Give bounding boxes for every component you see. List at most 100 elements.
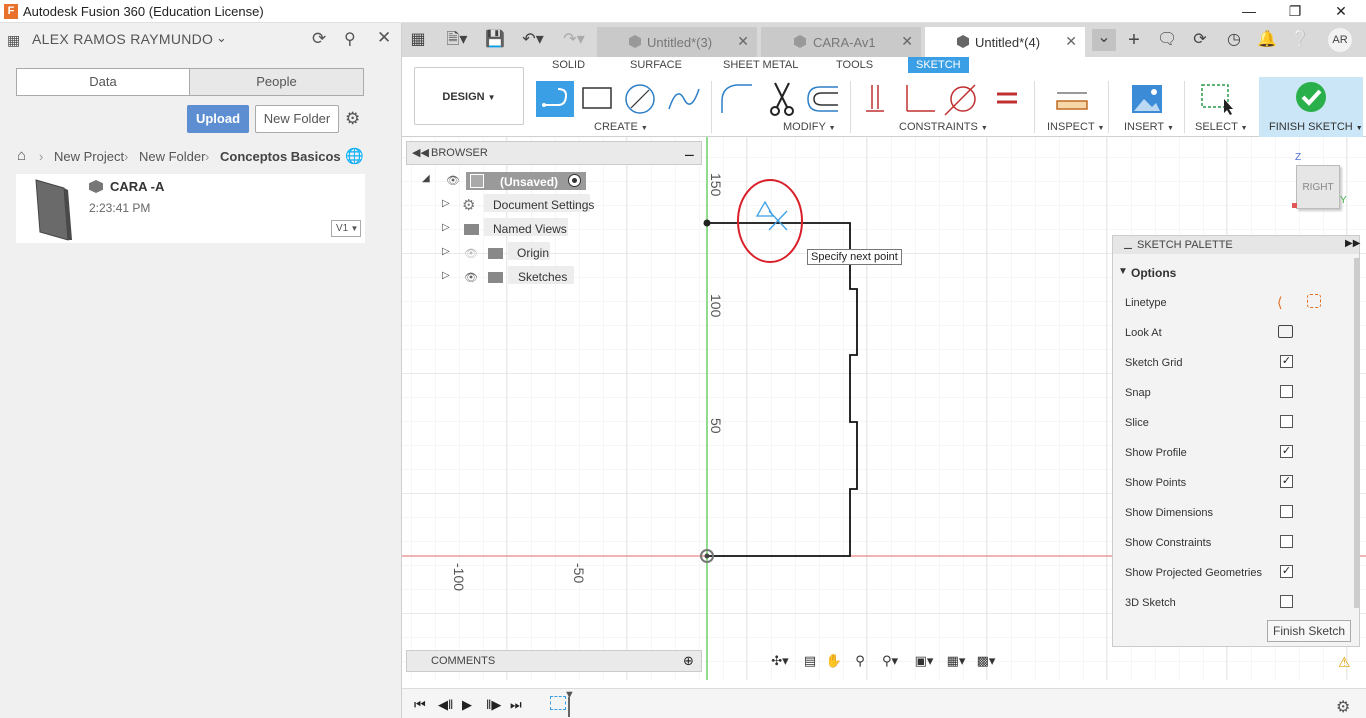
show-points-checkbox[interactable]: ✓	[1280, 475, 1293, 488]
activate-radio-icon[interactable]	[568, 174, 581, 187]
tree-item-document-settings[interactable]: Document Settings	[493, 198, 594, 212]
show-dimensions-checkbox[interactable]	[1280, 505, 1293, 518]
centerline-linetype-icon[interactable]	[1307, 294, 1321, 308]
tab-solid[interactable]: SOLID	[552, 59, 585, 71]
close-tab-icon[interactable]: ✕	[737, 33, 749, 50]
view-cube[interactable]: RIGHT	[1296, 165, 1340, 209]
3d-sketch-checkbox[interactable]	[1280, 595, 1293, 608]
expand-icon[interactable]: ▷	[442, 270, 450, 281]
group-create[interactable]: CREATE ▼	[594, 121, 648, 133]
look-at-icon[interactable]: ▤	[800, 653, 820, 671]
minimize-button[interactable]: —	[1234, 2, 1264, 21]
expand-right-icon[interactable]: ▶▶	[1345, 238, 1360, 249]
close-panel-icon[interactable]: ✕	[377, 28, 391, 48]
tree-item-sketches[interactable]: Sketches	[518, 270, 567, 284]
show-profile-checkbox[interactable]: ✓	[1280, 445, 1293, 458]
grid-settings-icon[interactable]: ▦▾	[942, 653, 970, 671]
chevron-down-icon[interactable]: ⌄	[216, 30, 227, 46]
sync-icon[interactable]: ⟳	[1190, 31, 1210, 49]
upload-button[interactable]: Upload	[187, 105, 249, 133]
coincident-constraint-button[interactable]	[858, 81, 896, 117]
gear-icon[interactable]: ⚙	[345, 109, 360, 129]
workspace-switcher[interactable]: DESIGN ▼	[414, 67, 524, 125]
file-card[interactable]: CARA -A 2:23:41 PM V1 ▼	[16, 174, 365, 243]
play-icon[interactable]: ▶	[462, 697, 472, 713]
select-tool-button[interactable]	[1198, 81, 1236, 117]
circle-tool-button[interactable]	[621, 81, 659, 117]
tangent-constraint-button[interactable]	[943, 81, 981, 117]
show-constraints-checkbox[interactable]	[1280, 535, 1293, 548]
finish-sketch-palette-button[interactable]: Finish Sketch	[1267, 620, 1351, 642]
fillet-tool-button[interactable]	[718, 81, 756, 117]
slice-checkbox[interactable]	[1280, 415, 1293, 428]
first-step-icon[interactable]: ⏮	[414, 697, 426, 713]
avatar[interactable]: AR	[1328, 28, 1352, 52]
undo-icon[interactable]: ↶▾	[518, 31, 548, 49]
user-name[interactable]: ALEX RAMOS RAYMUNDO	[32, 31, 213, 47]
new-folder-button[interactable]: New Folder	[255, 105, 339, 133]
sketch-grid-checkbox[interactable]: ✓	[1280, 355, 1293, 368]
spline-tool-button[interactable]	[665, 81, 703, 117]
bell-icon[interactable]: 🔔	[1257, 31, 1277, 49]
tab-surface[interactable]: SURFACE	[630, 59, 682, 71]
tree-item-named-views[interactable]: Named Views	[493, 222, 567, 236]
tab-overflow-chevron-icon[interactable]: ⌄	[1092, 29, 1116, 51]
minus-icon[interactable]: ⚊	[1123, 239, 1133, 252]
add-comment-icon[interactable]: ⊕	[683, 653, 694, 669]
collapse-left-icon[interactable]: ◀◀	[412, 146, 429, 159]
redo-icon[interactable]: ↷▾	[559, 31, 589, 49]
eye-icon[interactable]: 👁	[446, 174, 460, 187]
viewports-icon[interactable]: ▩▾	[972, 653, 1000, 671]
breadcrumb-new-folder[interactable]: New Folder	[139, 149, 205, 164]
expand-icon[interactable]: ▷	[442, 246, 450, 257]
snap-checkbox[interactable]	[1280, 385, 1293, 398]
breadcrumb-new-project[interactable]: New Project	[54, 149, 124, 164]
equal-constraint-button[interactable]	[989, 81, 1027, 117]
help-icon[interactable]: ❔	[1290, 31, 1310, 49]
comments-panel[interactable]: COMMENTS ⊕	[406, 650, 702, 672]
tab-untitled-3[interactable]: Untitled*(3) ✕	[597, 27, 757, 57]
search-icon[interactable]: ⚲	[344, 29, 356, 49]
next-step-icon[interactable]: ‖▶	[486, 697, 501, 713]
show-projected-geometries-checkbox[interactable]: ✓	[1280, 565, 1293, 578]
team-icon[interactable]: ▦	[7, 32, 20, 49]
offset-tool-button[interactable]	[804, 81, 842, 117]
orbit-icon[interactable]: ✣▾	[766, 653, 794, 671]
globe-icon[interactable]: 🌐	[345, 147, 364, 165]
display-settings-icon[interactable]: ▣▾	[910, 653, 938, 671]
zoom-icon[interactable]: ⚲	[850, 653, 870, 671]
construction-linetype-icon[interactable]: ⟨	[1277, 294, 1282, 311]
group-select[interactable]: SELECT ▼	[1195, 121, 1248, 133]
version-select[interactable]: V1 ▼	[331, 220, 361, 237]
rectangle-tool-button[interactable]	[578, 81, 616, 117]
home-icon[interactable]: ⌂	[17, 147, 26, 164]
tab-data[interactable]: Data	[16, 68, 190, 96]
grid-menu-icon[interactable]: ▦	[408, 31, 428, 49]
close-tab-icon[interactable]: ✕	[1065, 33, 1077, 50]
timeline-settings-gear-icon[interactable]: ⚙	[1336, 697, 1350, 717]
eye-hidden-icon[interactable]: 👁	[464, 247, 478, 260]
tab-sheet-metal[interactable]: SHEET METAL	[723, 59, 798, 71]
tab-cara-av1[interactable]: CARA-Av1 ✕	[761, 27, 921, 57]
group-insert[interactable]: INSERT ▼	[1124, 121, 1174, 133]
tree-item-origin[interactable]: Origin	[517, 246, 549, 260]
tab-untitled-4[interactable]: Untitled*(4) ✕	[925, 27, 1085, 57]
look-at-icon[interactable]	[1278, 325, 1293, 338]
close-tab-icon[interactable]: ✕	[901, 33, 913, 50]
restore-button[interactable]: ❐	[1280, 2, 1310, 21]
expand-icon[interactable]: ▷	[442, 222, 450, 233]
collapse-section-icon[interactable]: ▼	[1118, 266, 1128, 277]
pan-hand-icon[interactable]: ✋	[824, 653, 844, 671]
close-window-button[interactable]: ✕	[1326, 2, 1356, 21]
finish-sketch-button[interactable]: FINISH SKETCH ▼	[1259, 77, 1363, 137]
warning-icon[interactable]: ⚠	[1338, 654, 1351, 671]
measure-tool-button[interactable]	[1053, 81, 1091, 117]
tab-sketch[interactable]: SKETCH	[908, 57, 969, 73]
tab-people[interactable]: People	[189, 68, 364, 96]
refresh-icon[interactable]: ⟳	[312, 29, 326, 49]
insert-image-button[interactable]	[1128, 81, 1166, 117]
eye-icon[interactable]: 👁	[464, 271, 478, 284]
palette-scrollbar[interactable]	[1354, 258, 1359, 608]
last-step-icon[interactable]: ⏭	[510, 697, 522, 713]
minus-icon[interactable]: ⚊	[684, 145, 695, 159]
